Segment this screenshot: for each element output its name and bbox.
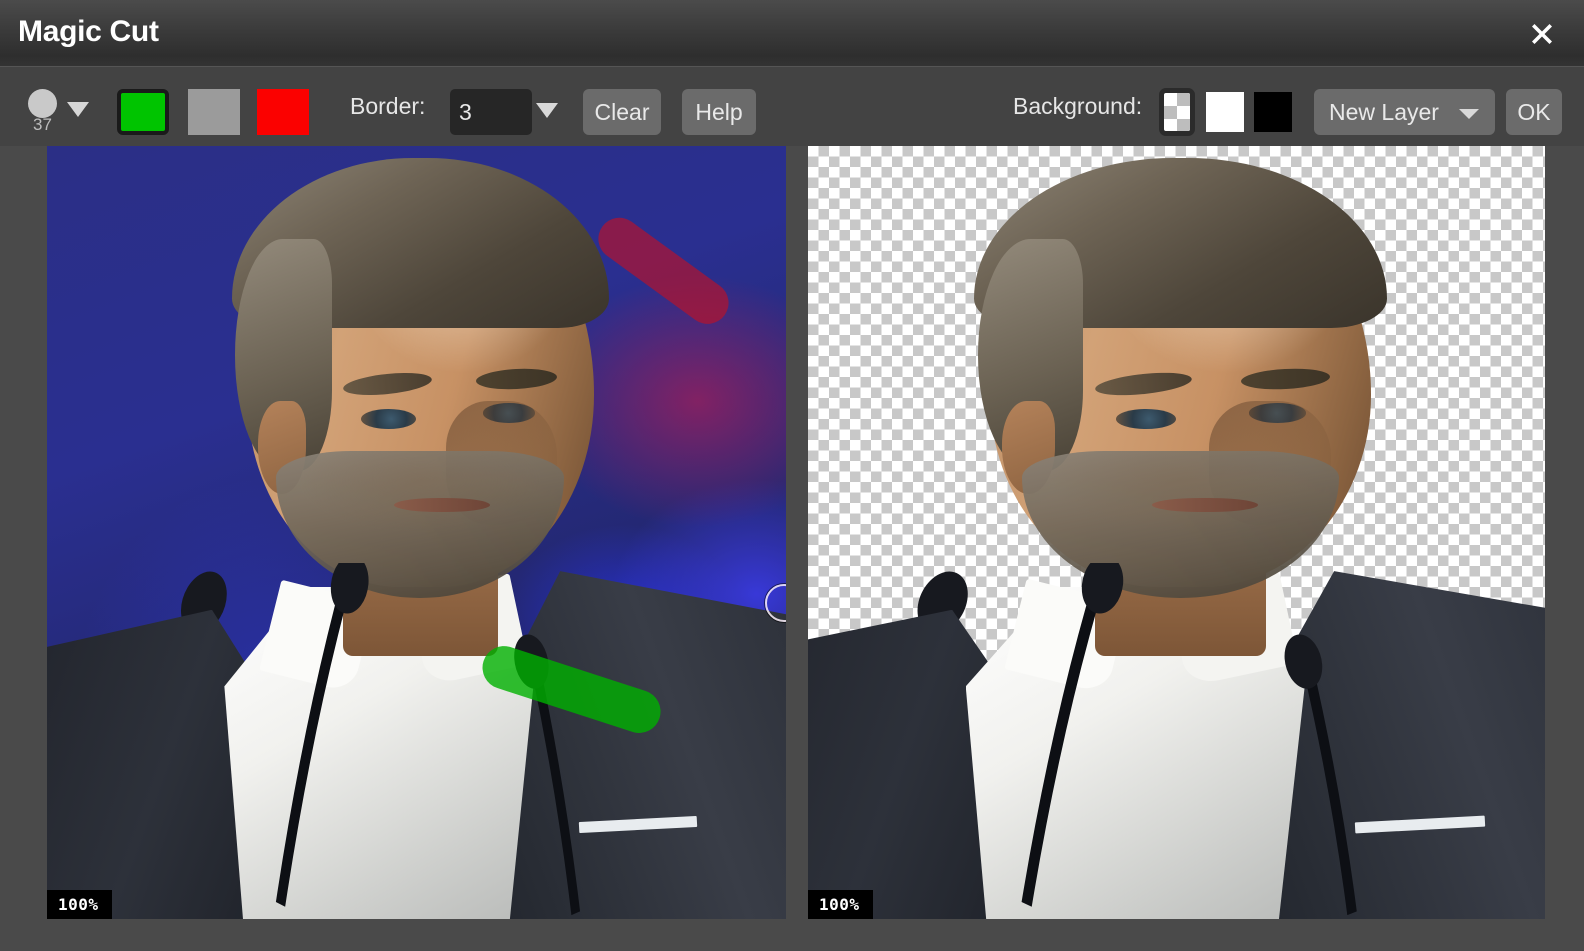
eye-left <box>361 408 417 429</box>
border-input[interactable] <box>450 89 532 135</box>
close-button[interactable] <box>1514 6 1570 62</box>
close-icon <box>1532 24 1552 44</box>
result-zoom-badge: 100% <box>808 890 873 919</box>
brush-size-selector[interactable]: 37 <box>20 67 92 146</box>
target-layer-value: New Layer <box>1329 99 1439 125</box>
checkerboard-icon <box>1164 93 1190 131</box>
ok-button[interactable]: OK <box>1506 89 1562 135</box>
background-label: Background: <box>1013 93 1143 119</box>
triangle-down-icon[interactable] <box>67 102 89 117</box>
triangle-down-icon[interactable] <box>536 103 558 118</box>
help-button[interactable]: Help <box>682 89 756 135</box>
background-swatch-transparent[interactable] <box>1159 88 1195 136</box>
microphone-right <box>1258 633 1420 919</box>
chevron-down-icon <box>1459 109 1479 119</box>
color-swatch-gray[interactable] <box>188 89 240 135</box>
background-swatch-white[interactable] <box>1206 92 1244 132</box>
background-swatch-black[interactable] <box>1254 92 1292 132</box>
clear-button[interactable]: Clear <box>583 89 661 135</box>
toolbar: 37 Border: Clear Help Background: New La… <box>0 67 1584 146</box>
microphone-center <box>1014 555 1225 919</box>
color-swatch-green[interactable] <box>117 89 169 135</box>
border-label: Border: <box>350 93 426 119</box>
window-title-bar: Magic Cut <box>0 0 1584 67</box>
result-photo <box>808 146 1545 919</box>
microphone-center <box>269 555 461 919</box>
window-title: Magic Cut <box>18 15 159 48</box>
source-image-panel[interactable]: 100% <box>47 146 786 919</box>
eye-left <box>1115 408 1177 429</box>
result-image-panel[interactable]: 100% <box>808 146 1545 919</box>
brush-size-circle-icon <box>28 89 57 118</box>
target-layer-dropdown[interactable]: New Layer <box>1314 89 1495 135</box>
source-photo <box>47 146 786 919</box>
brush-size-value: 37 <box>33 115 52 134</box>
color-swatch-red[interactable] <box>257 89 309 135</box>
source-zoom-badge: 100% <box>47 890 112 919</box>
